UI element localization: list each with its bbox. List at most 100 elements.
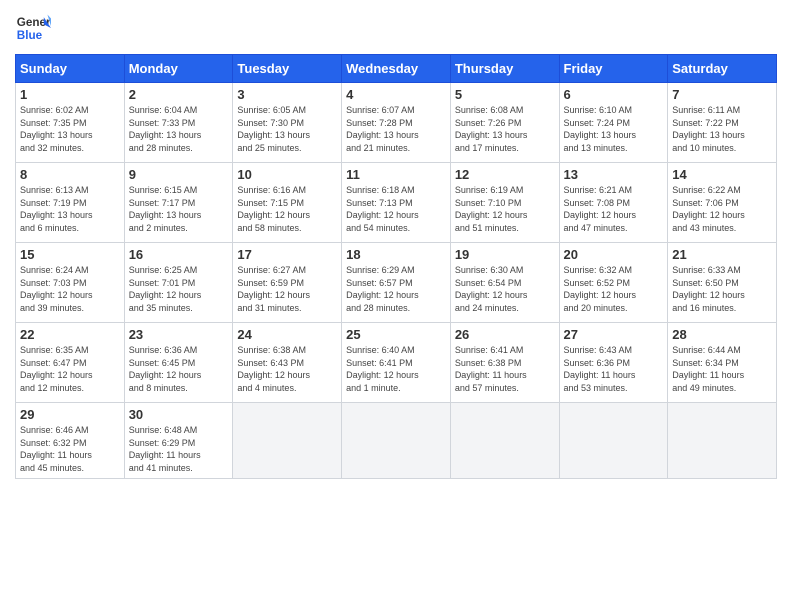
day-number: 9 [129, 167, 229, 182]
day-cell: 21 Sunrise: 6:33 AM Sunset: 6:50 PM Dayli… [668, 243, 777, 323]
day-info: Sunrise: 6:46 AM Sunset: 6:32 PM Dayligh… [20, 424, 120, 474]
day-info: Sunrise: 6:33 AM Sunset: 6:50 PM Dayligh… [672, 264, 772, 314]
day-cell: 16 Sunrise: 6:25 AM Sunset: 7:01 PM Dayli… [124, 243, 233, 323]
svg-text:Blue: Blue [17, 29, 43, 42]
day-info: Sunrise: 6:15 AM Sunset: 7:17 PM Dayligh… [129, 184, 229, 234]
day-info: Sunrise: 6:07 AM Sunset: 7:28 PM Dayligh… [346, 104, 446, 154]
logo-icon: General Blue [15, 10, 51, 46]
week-row: 8 Sunrise: 6:13 AM Sunset: 7:19 PM Daylig… [16, 163, 777, 243]
day-number: 27 [564, 327, 664, 342]
day-info: Sunrise: 6:27 AM Sunset: 6:59 PM Dayligh… [237, 264, 337, 314]
day-number: 10 [237, 167, 337, 182]
week-row: 22 Sunrise: 6:35 AM Sunset: 6:47 PM Dayli… [16, 323, 777, 403]
day-number: 23 [129, 327, 229, 342]
day-number: 1 [20, 87, 120, 102]
header-row: SundayMondayTuesdayWednesdayThursdayFrid… [16, 55, 777, 83]
day-info: Sunrise: 6:02 AM Sunset: 7:35 PM Dayligh… [20, 104, 120, 154]
header-day: Friday [559, 55, 668, 83]
day-cell: 24 Sunrise: 6:38 AM Sunset: 6:43 PM Dayli… [233, 323, 342, 403]
day-info: Sunrise: 6:44 AM Sunset: 6:34 PM Dayligh… [672, 344, 772, 394]
day-cell: 2 Sunrise: 6:04 AM Sunset: 7:33 PM Daylig… [124, 83, 233, 163]
day-cell: 17 Sunrise: 6:27 AM Sunset: 6:59 PM Dayli… [233, 243, 342, 323]
day-number: 25 [346, 327, 446, 342]
day-cell: 4 Sunrise: 6:07 AM Sunset: 7:28 PM Daylig… [342, 83, 451, 163]
day-cell: 19 Sunrise: 6:30 AM Sunset: 6:54 PM Dayli… [450, 243, 559, 323]
day-number: 21 [672, 247, 772, 262]
day-cell: 30 Sunrise: 6:48 AM Sunset: 6:29 PM Dayli… [124, 403, 233, 479]
day-cell: 27 Sunrise: 6:43 AM Sunset: 6:36 PM Dayli… [559, 323, 668, 403]
day-cell [559, 403, 668, 479]
day-info: Sunrise: 6:13 AM Sunset: 7:19 PM Dayligh… [20, 184, 120, 234]
day-number: 12 [455, 167, 555, 182]
header: General Blue [15, 10, 777, 46]
day-number: 18 [346, 247, 446, 262]
header-day: Tuesday [233, 55, 342, 83]
day-cell: 14Sunrise: 6:22 AM Sunset: 7:06 PM Dayli… [668, 163, 777, 243]
day-number: 15 [20, 247, 120, 262]
day-number: 16 [129, 247, 229, 262]
day-cell: 1 Sunrise: 6:02 AM Sunset: 7:35 PM Daylig… [16, 83, 125, 163]
day-info: Sunrise: 6:29 AM Sunset: 6:57 PM Dayligh… [346, 264, 446, 314]
day-cell: 23 Sunrise: 6:36 AM Sunset: 6:45 PM Dayli… [124, 323, 233, 403]
day-cell [450, 403, 559, 479]
day-number: 22 [20, 327, 120, 342]
header-day: Thursday [450, 55, 559, 83]
header-day: Saturday [668, 55, 777, 83]
calendar-table: SundayMondayTuesdayWednesdayThursdayFrid… [15, 54, 777, 479]
day-info: Sunrise: 6:04 AM Sunset: 7:33 PM Dayligh… [129, 104, 229, 154]
day-cell [233, 403, 342, 479]
day-info: Sunrise: 6:30 AM Sunset: 6:54 PM Dayligh… [455, 264, 555, 314]
day-number: 26 [455, 327, 555, 342]
header-day: Wednesday [342, 55, 451, 83]
day-info: Sunrise: 6:05 AM Sunset: 7:30 PM Dayligh… [237, 104, 337, 154]
day-cell: 7Sunrise: 6:11 AM Sunset: 7:22 PM Daylig… [668, 83, 777, 163]
day-info: Sunrise: 6:24 AM Sunset: 7:03 PM Dayligh… [20, 264, 120, 314]
day-number: 6 [564, 87, 664, 102]
day-cell: 8 Sunrise: 6:13 AM Sunset: 7:19 PM Daylig… [16, 163, 125, 243]
day-info: Sunrise: 6:08 AM Sunset: 7:26 PM Dayligh… [455, 104, 555, 154]
day-number: 17 [237, 247, 337, 262]
day-number: 4 [346, 87, 446, 102]
day-cell: 12 Sunrise: 6:19 AM Sunset: 7:10 PM Dayli… [450, 163, 559, 243]
day-number: 13 [564, 167, 664, 182]
day-info: Sunrise: 6:19 AM Sunset: 7:10 PM Dayligh… [455, 184, 555, 234]
day-number: 11 [346, 167, 446, 182]
day-number: 29 [20, 407, 120, 422]
day-info: Sunrise: 6:36 AM Sunset: 6:45 PM Dayligh… [129, 344, 229, 394]
day-info: Sunrise: 6:18 AM Sunset: 7:13 PM Dayligh… [346, 184, 446, 234]
day-info: Sunrise: 6:38 AM Sunset: 6:43 PM Dayligh… [237, 344, 337, 394]
day-number: 2 [129, 87, 229, 102]
logo: General Blue [15, 10, 51, 46]
day-cell: 10 Sunrise: 6:16 AM Sunset: 7:15 PM Dayli… [233, 163, 342, 243]
page-container: General Blue SundayMondayTuesdayWednesda… [0, 0, 792, 489]
day-cell: 15 Sunrise: 6:24 AM Sunset: 7:03 PM Dayli… [16, 243, 125, 323]
day-number: 28 [672, 327, 772, 342]
day-info: Sunrise: 6:43 AM Sunset: 6:36 PM Dayligh… [564, 344, 664, 394]
day-number: 24 [237, 327, 337, 342]
day-cell: 22 Sunrise: 6:35 AM Sunset: 6:47 PM Dayli… [16, 323, 125, 403]
day-cell: 18 Sunrise: 6:29 AM Sunset: 6:57 PM Dayli… [342, 243, 451, 323]
day-info: Sunrise: 6:25 AM Sunset: 7:01 PM Dayligh… [129, 264, 229, 314]
day-info: Sunrise: 6:41 AM Sunset: 6:38 PM Dayligh… [455, 344, 555, 394]
day-cell [342, 403, 451, 479]
day-info: Sunrise: 6:16 AM Sunset: 7:15 PM Dayligh… [237, 184, 337, 234]
day-number: 7 [672, 87, 772, 102]
header-day: Monday [124, 55, 233, 83]
day-cell: 5 Sunrise: 6:08 AM Sunset: 7:26 PM Daylig… [450, 83, 559, 163]
day-number: 8 [20, 167, 120, 182]
week-row: 1 Sunrise: 6:02 AM Sunset: 7:35 PM Daylig… [16, 83, 777, 163]
day-cell: 13Sunrise: 6:21 AM Sunset: 7:08 PM Dayli… [559, 163, 668, 243]
day-info: Sunrise: 6:40 AM Sunset: 6:41 PM Dayligh… [346, 344, 446, 394]
day-number: 19 [455, 247, 555, 262]
week-row: 29 Sunrise: 6:46 AM Sunset: 6:32 PM Dayli… [16, 403, 777, 479]
day-info: Sunrise: 6:48 AM Sunset: 6:29 PM Dayligh… [129, 424, 229, 474]
day-info: Sunrise: 6:32 AM Sunset: 6:52 PM Dayligh… [564, 264, 664, 314]
day-info: Sunrise: 6:10 AM Sunset: 7:24 PM Dayligh… [564, 104, 664, 154]
day-info: Sunrise: 6:35 AM Sunset: 6:47 PM Dayligh… [20, 344, 120, 394]
day-cell: 3Sunrise: 6:05 AM Sunset: 7:30 PM Daylig… [233, 83, 342, 163]
day-cell: 9 Sunrise: 6:15 AM Sunset: 7:17 PM Daylig… [124, 163, 233, 243]
header-day: Sunday [16, 55, 125, 83]
day-number: 30 [129, 407, 229, 422]
day-number: 14 [672, 167, 772, 182]
day-number: 5 [455, 87, 555, 102]
